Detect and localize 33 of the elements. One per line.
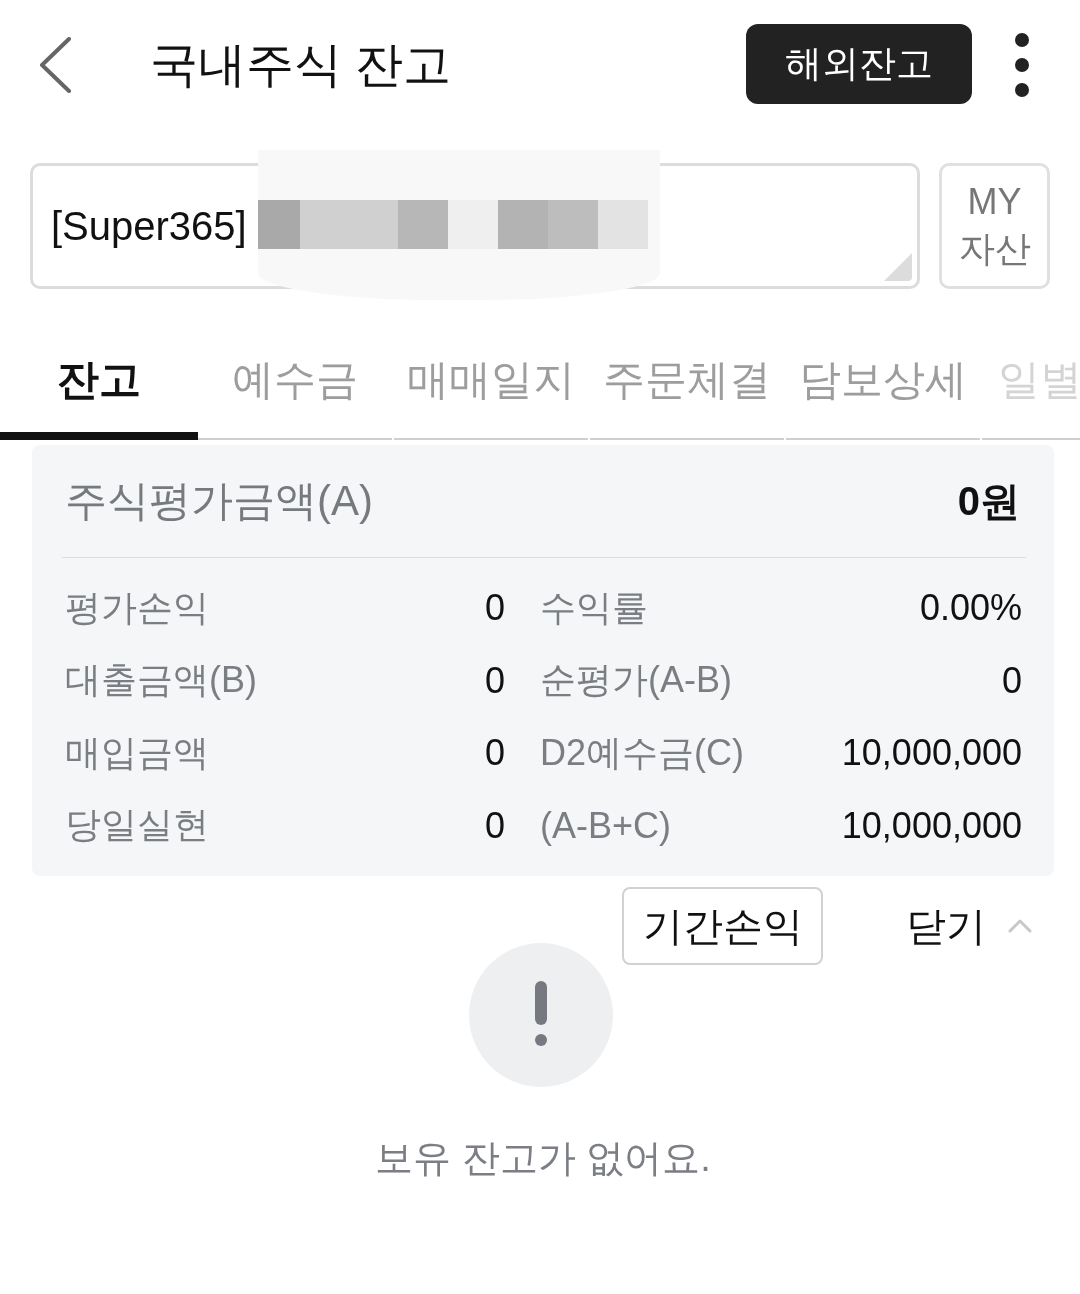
row-label: 평가손익 <box>65 585 209 630</box>
period-profit-button[interactable]: 기간손익 <box>622 887 823 965</box>
row-value: 0 <box>484 804 505 847</box>
more-menu-icon[interactable] <box>1014 32 1030 98</box>
empty-message: 보유 잔고가 없어요. <box>375 1136 711 1181</box>
exclamation-icon <box>469 943 613 1087</box>
row-value: 0 <box>484 659 505 702</box>
row-label: 대출금액(B) <box>65 658 257 703</box>
row-label: 매입금액 <box>65 730 209 775</box>
tab[interactable]: 주문체결 <box>590 329 784 440</box>
row-label: 당일실현 <box>65 803 209 848</box>
overseas-balance-button[interactable]: 해외잔고 <box>746 24 972 104</box>
corner-triangle-icon <box>884 253 913 281</box>
back-icon[interactable] <box>38 37 72 93</box>
row-label: 순평가(A-B) <box>540 658 732 703</box>
page-title: 국내주식 잔고 <box>150 37 452 93</box>
row-value: 0.00% <box>919 587 1022 630</box>
row-label: D2예수금(C) <box>540 730 744 775</box>
row-label: (A-B+C) <box>540 804 671 847</box>
row-value: 0 <box>484 732 505 775</box>
tab[interactable]: 담보상세 <box>786 329 980 440</box>
account-name: [Super365] <box>51 203 247 249</box>
row-label: 수익률 <box>540 585 648 630</box>
row-value: 0 <box>1001 659 1022 702</box>
row-value: 0 <box>484 587 505 630</box>
collapse-toggle[interactable]: 닫기 <box>906 898 1032 954</box>
my-assets-button[interactable]: MY 자산 <box>939 163 1050 289</box>
row-value: 10,000,000 <box>841 804 1022 847</box>
summary-total: 0원 <box>957 477 1020 525</box>
tab[interactable]: 매매일지 <box>394 329 588 440</box>
tab[interactable]: 예수금 <box>198 329 392 440</box>
summary-title: 주식평가금액(A) <box>65 476 373 526</box>
row-value: 10,000,000 <box>841 732 1022 775</box>
